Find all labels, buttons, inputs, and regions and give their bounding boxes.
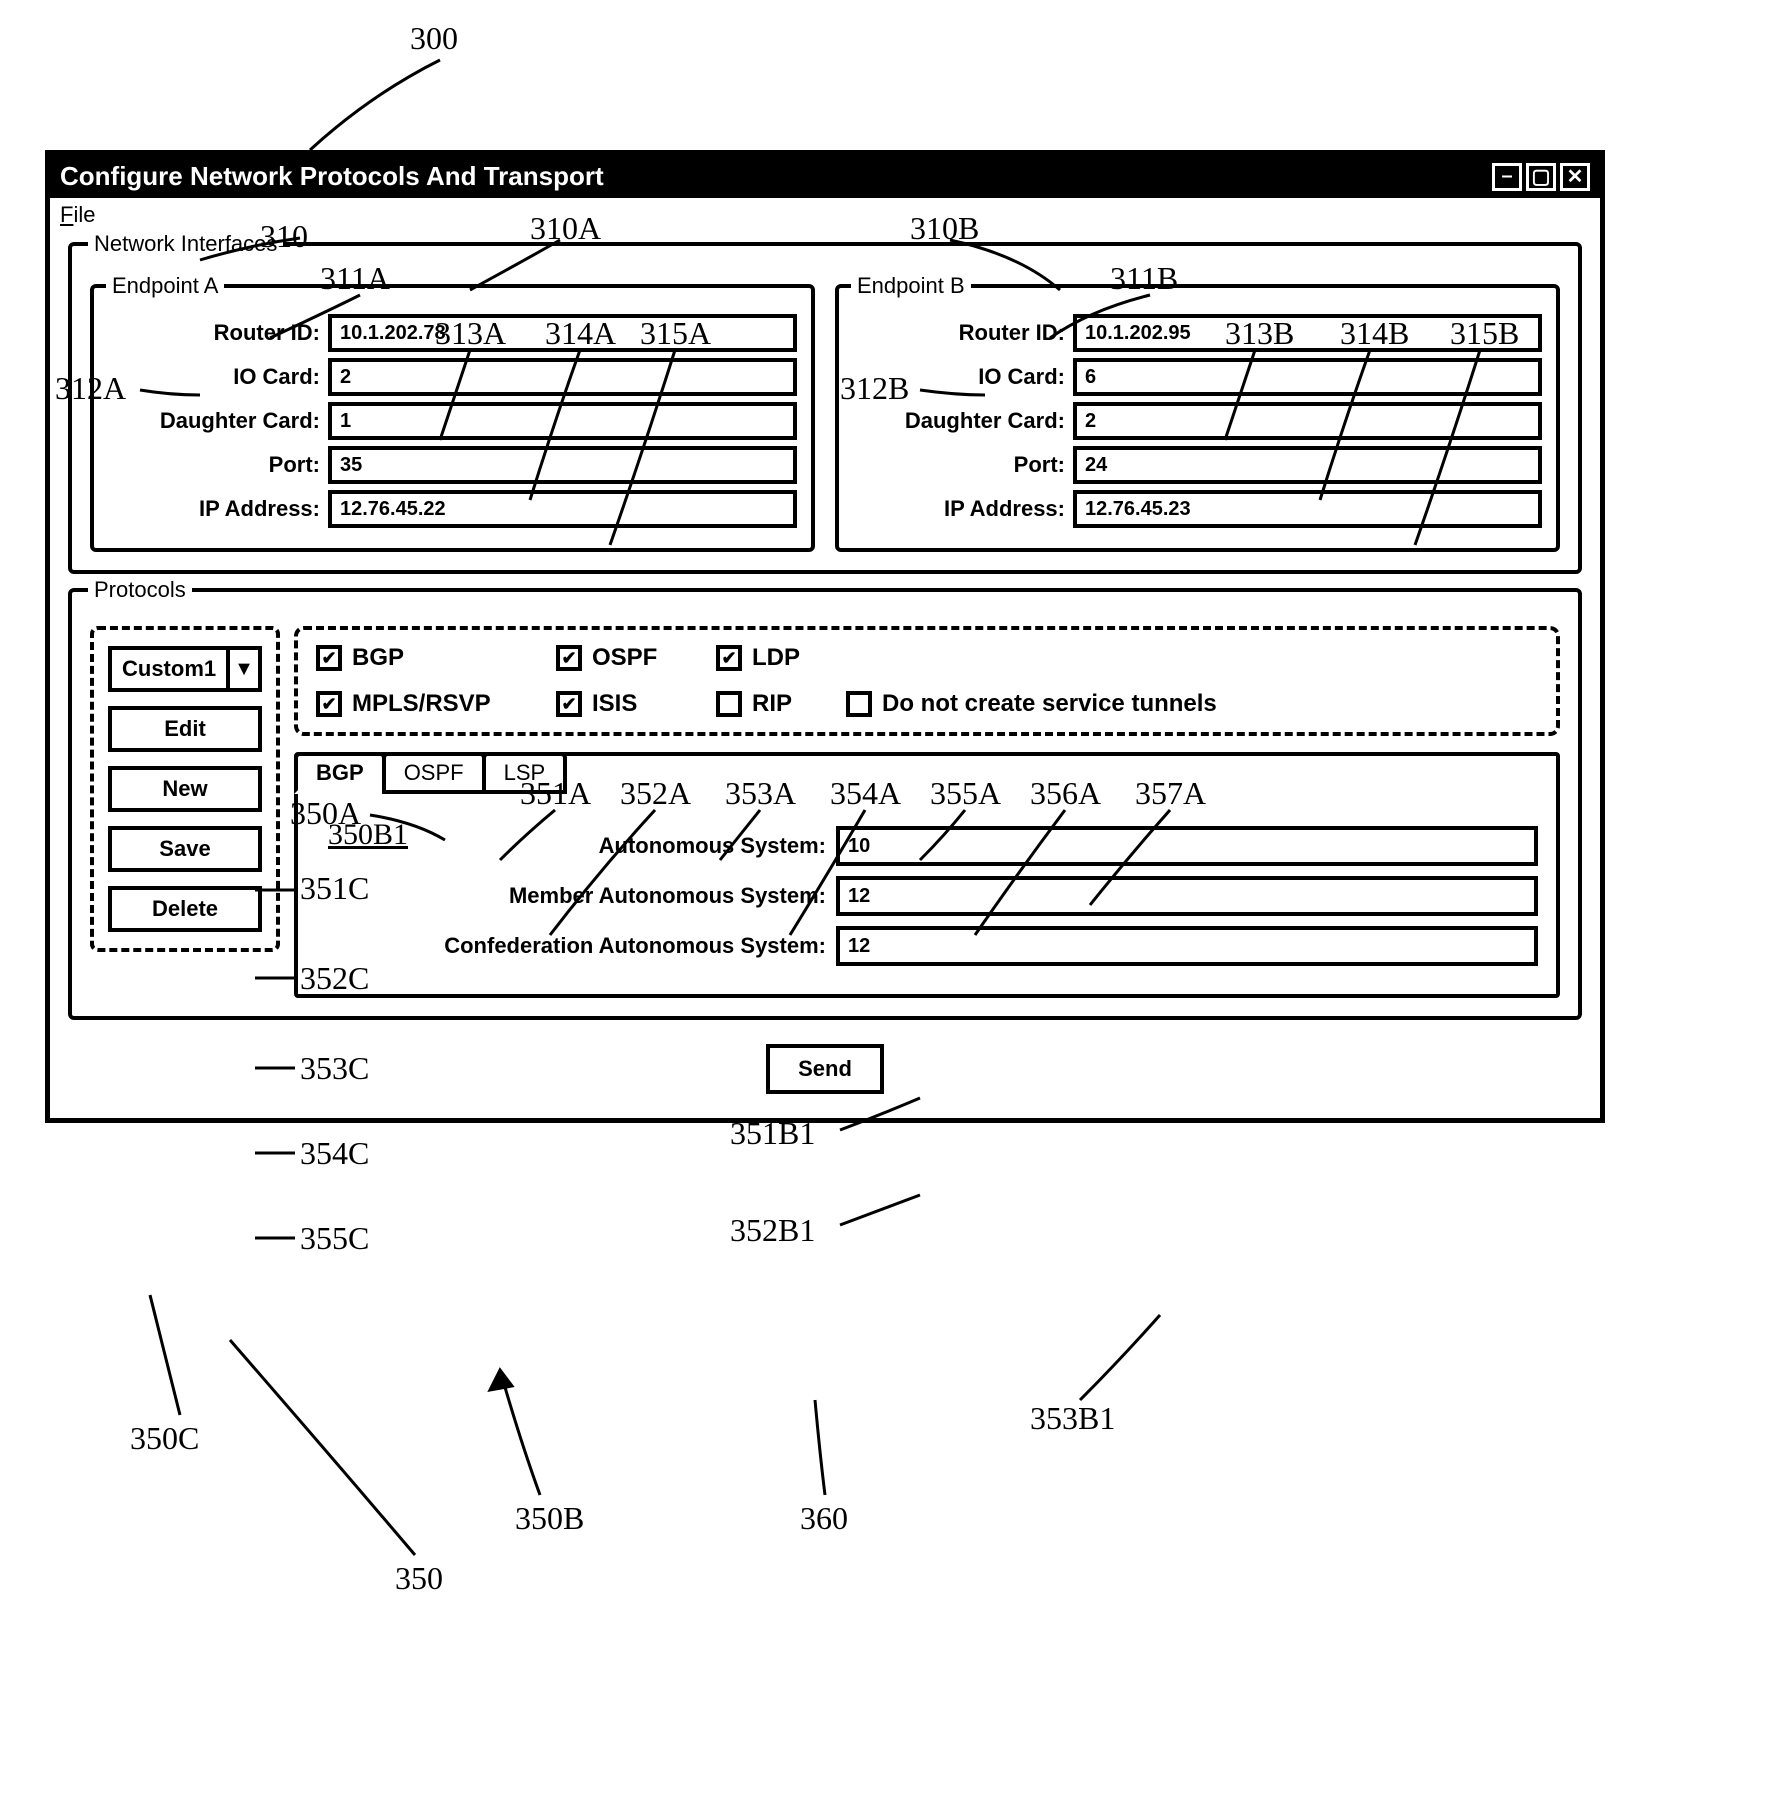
callout-351A: 351A — [520, 775, 591, 812]
tab-ospf[interactable]: OSPF — [382, 752, 486, 794]
minimize-icon[interactable]: – — [1492, 163, 1522, 191]
delete-button[interactable]: Delete — [108, 886, 262, 932]
config-window: Configure Network Protocols And Transpor… — [45, 150, 1605, 1123]
menu-file[interactable]: File — [60, 202, 95, 227]
ip-b-input[interactable] — [1073, 490, 1542, 528]
window-title: Configure Network Protocols And Transpor… — [60, 161, 604, 192]
ldp-checkbox[interactable]: ✔LDP — [716, 644, 846, 672]
new-button[interactable]: New — [108, 766, 262, 812]
callout-352C: 352C — [300, 960, 369, 997]
callout-313A: 313A — [435, 315, 506, 352]
callout-353C: 353C — [300, 1050, 369, 1087]
mpls-checkbox[interactable]: ✔MPLS/RSVP — [316, 690, 556, 718]
ospf-check-label: OSPF — [592, 644, 657, 672]
callout-311B: 311B — [1110, 260, 1178, 297]
callout-350B: 350B — [515, 1500, 584, 1537]
port-a-input[interactable] — [328, 446, 797, 484]
tab-bgp[interactable]: BGP — [294, 752, 386, 794]
callout-314B: 314B — [1340, 315, 1409, 352]
callout-311A: 311A — [320, 260, 390, 297]
callout-355A: 355A — [930, 775, 1001, 812]
ospf-checkbox[interactable]: ✔OSPF — [556, 644, 716, 672]
callout-360: 360 — [800, 1500, 848, 1537]
daughter-card-a-label: Daughter Card: — [108, 408, 328, 434]
ip-a-input[interactable] — [328, 490, 797, 528]
profile-button-group: Custom1 ▼ Edit New Save Delete — [90, 626, 280, 952]
network-interfaces-legend: Network Interfaces — [88, 231, 283, 257]
daughter-card-b-label: Daughter Card: — [853, 408, 1073, 434]
daughter-card-b-input[interactable] — [1073, 402, 1542, 440]
no-tunnels-checkbox[interactable]: Do not create service tunnels — [846, 690, 1538, 718]
member-as-input[interactable] — [836, 876, 1538, 916]
titlebar: Configure Network Protocols And Transpor… — [50, 155, 1600, 198]
protocol-tabpane: BGP OSPF LSP 350B1 Autonomous System: Me… — [294, 752, 1560, 998]
callout-312B: 312B — [840, 370, 909, 407]
edit-button[interactable]: Edit — [108, 706, 262, 752]
router-id-a-label: Router ID: — [108, 320, 328, 346]
protocols-legend: Protocols — [88, 577, 192, 603]
callout-354A: 354A — [830, 775, 901, 812]
bgp-check-label: BGP — [352, 644, 404, 672]
rip-checkbox[interactable]: RIP — [716, 690, 846, 718]
callout-314A: 314A — [545, 315, 616, 352]
callout-353A: 353A — [725, 775, 796, 812]
endpoint-b-legend: Endpoint B — [851, 273, 971, 299]
port-b-input[interactable] — [1073, 446, 1542, 484]
port-a-label: Port: — [108, 452, 328, 478]
io-card-a-input[interactable] — [328, 358, 797, 396]
isis-check-label: ISIS — [592, 690, 637, 718]
network-interfaces-fieldset: Network Interfaces Endpoint A Router ID:… — [68, 242, 1582, 574]
callout-313B: 313B — [1225, 315, 1294, 352]
callout-300: 300 — [410, 20, 458, 57]
close-icon[interactable]: ✕ — [1560, 163, 1590, 191]
port-b-label: Port: — [853, 452, 1073, 478]
bgp-checkbox[interactable]: ✔BGP — [316, 644, 556, 672]
send-button[interactable]: Send — [766, 1044, 884, 1094]
no-tunnels-check-label: Do not create service tunnels — [882, 690, 1217, 718]
profile-dropdown-value: Custom1 — [108, 646, 226, 692]
chevron-down-icon: ▼ — [226, 646, 262, 692]
member-as-label: Member Autonomous System: — [316, 883, 836, 909]
confed-as-label: Confederation Autonomous System: — [316, 933, 836, 959]
callout-315B: 315B — [1450, 315, 1519, 352]
callout-312A: 312A — [55, 370, 126, 407]
protocol-check-group: ✔BGP ✔OSPF ✔LDP ✔MPLS/RSVP ✔ISIS — [294, 626, 1560, 736]
confed-as-input[interactable] — [836, 926, 1538, 966]
ip-a-label: IP Address: — [108, 496, 328, 522]
autonomous-system-input[interactable] — [836, 826, 1538, 866]
maximize-icon[interactable]: ▢ — [1526, 163, 1556, 191]
callout-310B: 310B — [910, 210, 979, 247]
callout-353B1: 353B1 — [1030, 1400, 1115, 1437]
rip-check-label: RIP — [752, 690, 792, 718]
router-id-b-label: Router ID: — [853, 320, 1073, 346]
callout-357A: 357A — [1135, 775, 1206, 812]
profile-dropdown[interactable]: Custom1 ▼ — [108, 646, 262, 692]
ip-b-label: IP Address: — [853, 496, 1073, 522]
callout-310A: 310A — [530, 210, 601, 247]
callout-350A: 350A — [290, 795, 361, 832]
io-card-a-label: IO Card: — [108, 364, 328, 390]
daughter-card-a-input[interactable] — [328, 402, 797, 440]
callout-352A: 352A — [620, 775, 691, 812]
callout-351B1: 351B1 — [730, 1115, 815, 1152]
callout-310: 310 — [260, 218, 308, 255]
endpoint-a-legend: Endpoint A — [106, 273, 224, 299]
io-card-b-input[interactable] — [1073, 358, 1542, 396]
callout-356A: 356A — [1030, 775, 1101, 812]
isis-checkbox[interactable]: ✔ISIS — [556, 690, 716, 718]
callout-351C: 351C — [300, 870, 369, 907]
callout-350: 350 — [395, 1560, 443, 1597]
callout-354C: 354C — [300, 1135, 369, 1172]
callout-315A: 315A — [640, 315, 711, 352]
callout-352B1: 352B1 — [730, 1212, 815, 1249]
ldp-check-label: LDP — [752, 644, 800, 672]
save-button[interactable]: Save — [108, 826, 262, 872]
callout-350C: 350C — [130, 1420, 199, 1457]
callout-355C: 355C — [300, 1220, 369, 1257]
mpls-check-label: MPLS/RSVP — [352, 690, 491, 718]
